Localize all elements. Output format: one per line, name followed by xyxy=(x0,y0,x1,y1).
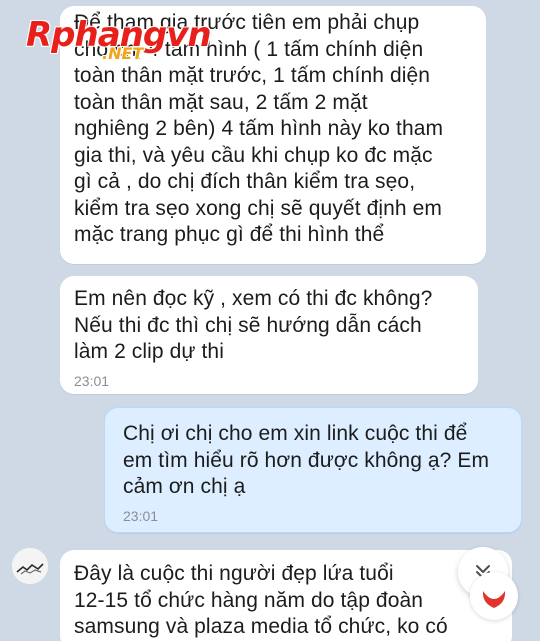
message-bubble-outgoing[interactable]: Chị ơi chị cho em xin link cuộc thi để e… xyxy=(104,407,522,533)
message-text: Em nên đọc kỹ , xem có thi đc không? Nếu… xyxy=(74,287,433,363)
watermark-sub: .NET xyxy=(102,44,144,63)
watermark-logo: Rphangvn .NET xyxy=(26,18,212,62)
red-heart-icon xyxy=(482,591,506,608)
reaction-badge[interactable] xyxy=(470,572,518,620)
message-timestamp: 23:01 xyxy=(123,507,159,524)
message-bubble-incoming[interactable]: Em nên đọc kỹ , xem có thi đc không? Nếu… xyxy=(60,276,478,394)
message-bubble-incoming[interactable]: Đây là cuộc thi người đẹp lứa tuổi 12-15… xyxy=(60,550,512,641)
message-timestamp: 23:01 xyxy=(74,372,110,389)
avatar[interactable] xyxy=(12,548,48,584)
avatar-image xyxy=(12,548,48,584)
message-text: Chị ơi chị cho em xin link cuộc thi để e… xyxy=(123,422,490,498)
message-text: Đây là cuộc thi người đẹp lứa tuổi 12-15… xyxy=(74,562,448,638)
